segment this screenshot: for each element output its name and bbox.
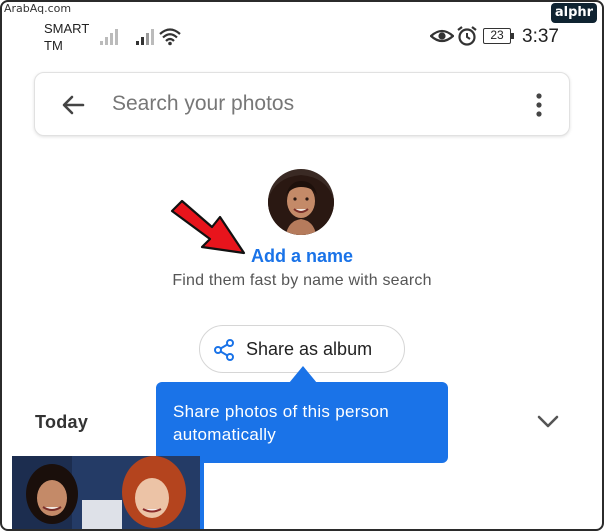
add-name-link[interactable]: Add a name	[0, 246, 604, 267]
carrier-label: SMART TM	[44, 20, 89, 54]
share-icon	[214, 339, 234, 361]
share-tooltip: Share photos of this person automaticall…	[156, 382, 448, 463]
watermark-text: ArabAq.com	[4, 2, 72, 15]
person-avatar[interactable]	[268, 169, 334, 235]
battery-icon: 23	[483, 28, 517, 46]
share-button-label: Share as album	[246, 339, 373, 359]
carrier-line-1: SMART	[44, 21, 90, 36]
clock-time: 3:37	[522, 26, 559, 47]
add-name-subtitle: Find them fast by name with search	[172, 272, 432, 289]
more-vert-icon[interactable]	[535, 93, 543, 117]
tooltip-pointer	[289, 366, 317, 383]
alarm-icon	[457, 26, 477, 46]
carrier-line-2: TM	[44, 38, 63, 53]
signal-icon	[100, 29, 118, 45]
wifi-icon	[159, 28, 181, 46]
photo-thumbnail[interactable]	[12, 456, 204, 531]
brand-badge: alphr	[551, 3, 597, 23]
search-bar[interactable]: Search your photos	[34, 72, 570, 136]
search-input[interactable]: Search your photos	[112, 92, 294, 116]
battery-level: 23	[483, 28, 511, 44]
section-title: Today	[35, 412, 89, 432]
signal-icon	[136, 29, 154, 45]
arrow-left-icon[interactable]	[61, 93, 85, 117]
eye-icon	[430, 29, 454, 43]
chevron-down-icon[interactable]	[537, 414, 559, 430]
